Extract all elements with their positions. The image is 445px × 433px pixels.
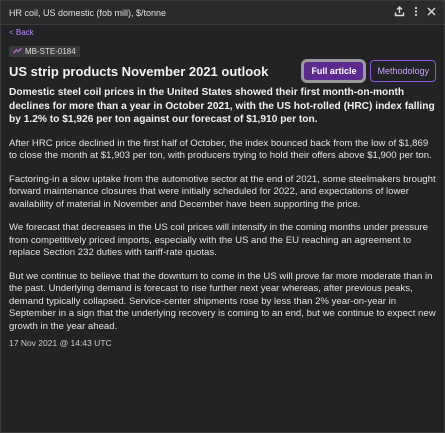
methodology-button[interactable]: Methodology (370, 60, 436, 82)
article-headline: US strip products November 2021 outlook (9, 63, 269, 79)
trend-icon (13, 47, 22, 56)
article-content: MB-STE-0184 US strip products November 2… (1, 40, 444, 348)
article-lead: Domestic steel coil prices in the United… (9, 87, 435, 125)
back-link[interactable]: < Back (1, 25, 444, 40)
article-paragraph: We forecast that decreases in the US coi… (9, 222, 428, 258)
full-article-button[interactable]: Full article (301, 59, 367, 83)
article-timestamp: 17 Nov 2021 @ 14:43 UTC (9, 338, 112, 348)
panel-title: HR coil, US domestic (fob mill), $/tonne (9, 7, 167, 18)
more-vert-icon[interactable] (414, 6, 418, 20)
article-paragraph: After HRC price declined in the first ha… (9, 137, 432, 162)
article-paragraph: Factoring-in a slow uptake from the auto… (9, 173, 436, 210)
close-icon[interactable] (427, 7, 436, 19)
panel-titlebar: HR coil, US domestic (fob mill), $/tonne (1, 1, 444, 25)
product-tag: MB-STE-0184 (9, 45, 80, 57)
export-icon[interactable] (394, 5, 405, 20)
article-paragraph: But we continue to believe that the down… (9, 270, 436, 332)
product-tag-code: MB-STE-0184 (25, 46, 76, 56)
article-panel: HR coil, US domestic (fob mill), $/tonne… (0, 0, 445, 433)
